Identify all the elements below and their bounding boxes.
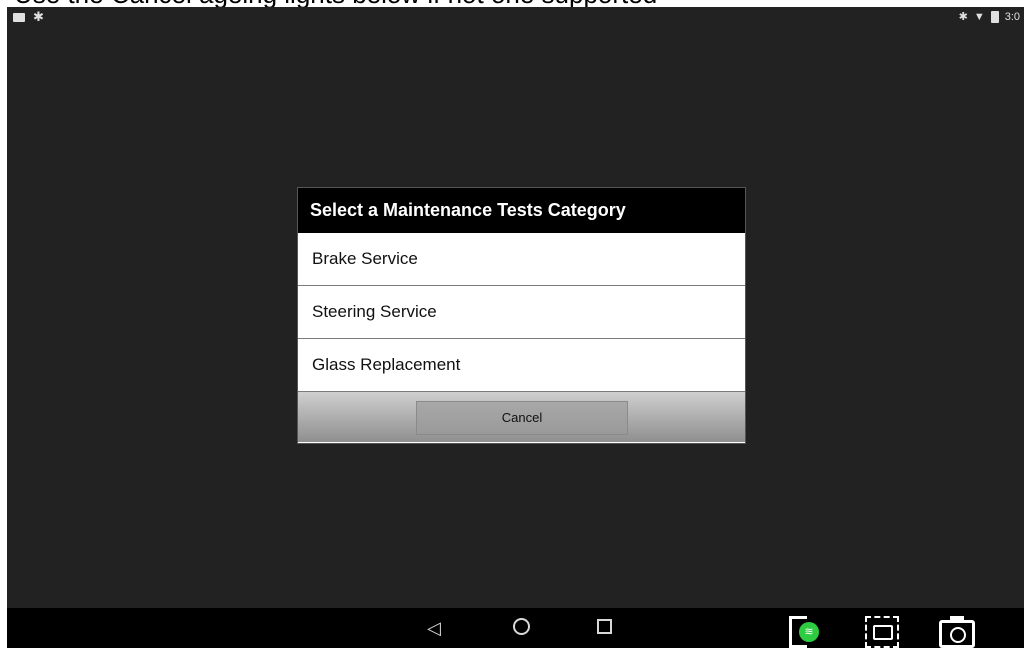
navigation-bar: ◁ ≋: [7, 608, 1024, 648]
phone-wifi-icon[interactable]: ≋: [789, 616, 819, 648]
bluetooth-icon: ✱: [958, 11, 968, 23]
message-icon: [13, 12, 25, 22]
category-item-brake-service[interactable]: Brake Service: [298, 233, 745, 286]
recent-apps-icon[interactable]: [597, 618, 612, 638]
category-item-steering-service[interactable]: Steering Service: [298, 286, 745, 339]
settings-icon: ✱: [33, 9, 44, 24]
screenshot-select-icon[interactable]: [865, 616, 899, 648]
cancel-button[interactable]: Cancel: [416, 401, 628, 435]
status-left: ✱: [13, 9, 44, 24]
status-right: ✱ ▼ 3:0: [959, 10, 1020, 23]
dialog-footer: Cancel: [298, 392, 745, 442]
status-time: 3:0: [1004, 10, 1020, 23]
dialog-title: Select a Maintenance Tests Category: [298, 188, 745, 233]
wifi-icon: ▼: [973, 10, 985, 23]
home-icon[interactable]: [513, 618, 530, 639]
battery-icon: [990, 10, 999, 23]
category-item-glass-replacement[interactable]: Glass Replacement: [298, 339, 745, 392]
category-dialog: Select a Maintenance Tests Category Brak…: [298, 188, 745, 443]
device-screen: ✱ ✱ ▼ 3:0 Select a Maintenance Tests Cat…: [7, 7, 1024, 648]
status-bar: ✱ ✱ ▼ 3:0: [7, 7, 1024, 27]
back-icon[interactable]: ◁: [427, 618, 441, 638]
camera-icon[interactable]: [939, 616, 975, 648]
